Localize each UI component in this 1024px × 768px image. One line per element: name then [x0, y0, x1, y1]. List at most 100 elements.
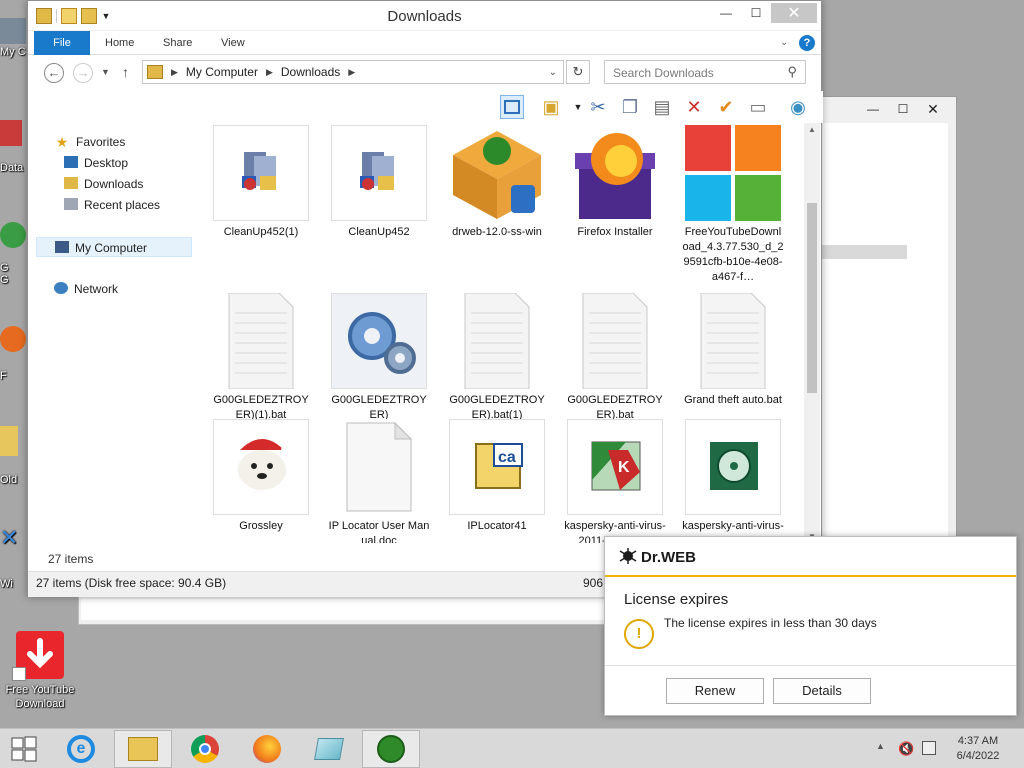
file-item[interactable]: kaspersky-anti-virus-2012-12-0-0-… — [678, 419, 788, 543]
up-arrow-icon[interactable]: ↑ — [122, 64, 129, 80]
breadcrumb-my-computer[interactable]: My Computer — [186, 65, 258, 79]
refresh-button[interactable]: ↻ — [566, 60, 590, 84]
svg-text:K: K — [618, 459, 630, 476]
nav-label: Desktop — [84, 156, 129, 170]
start-button[interactable] — [0, 730, 48, 768]
details-button[interactable]: Details — [773, 678, 871, 704]
show-hidden-icons-icon[interactable]: ▲ — [876, 741, 885, 751]
desktop-icon-old-firefox[interactable]: Old — [0, 426, 30, 490]
tab-view[interactable]: View — [221, 31, 245, 55]
file-item[interactable]: Grossley — [206, 419, 316, 534]
firefox-installer-icon — [567, 125, 663, 221]
file-item[interactable]: Firefox Installer — [560, 125, 670, 240]
windows-tiles-icon — [685, 125, 781, 221]
gears-icon — [331, 293, 427, 389]
drweb-notification: Dr.WEB License expires ! The license exp… — [604, 536, 1017, 716]
desktop-icon-data[interactable]: Data — [0, 120, 30, 180]
copy-icon[interactable]: ❐ — [618, 95, 642, 119]
properties-icon[interactable]: ▭ — [746, 95, 770, 119]
firefox-icon — [0, 326, 26, 352]
chrome-icon — [191, 735, 219, 763]
desktop-icon-free-youtube-download[interactable]: Free YouTube Download — [0, 631, 80, 711]
preview-pane-icon[interactable] — [500, 95, 524, 119]
renew-button[interactable]: Renew — [666, 678, 764, 704]
bat-file-icon — [449, 293, 545, 389]
nav-favorites[interactable]: ★ Favorites — [54, 132, 126, 152]
file-item[interactable]: G00GLEDEZTROYER).bat(1) — [442, 293, 552, 423]
file-item[interactable]: Grand theft auto.bat — [678, 293, 788, 408]
warning-icon: ! — [624, 619, 654, 649]
nav-network[interactable]: Network — [54, 279, 118, 299]
nav-label: Network — [74, 282, 119, 296]
taskbar-drweb[interactable] — [362, 730, 420, 768]
forward-button[interactable]: → — [73, 63, 93, 83]
tab-share[interactable]: Share — [163, 31, 192, 55]
rename-check-icon[interactable]: ✔ — [714, 95, 738, 119]
file-item[interactable]: CleanUp452 — [324, 125, 434, 240]
file-name: drweb-12.0-ss-win — [452, 226, 542, 238]
address-dropdown-icon[interactable]: ⌄ — [549, 67, 557, 78]
file-item[interactable]: G00GLEDEZTROYER) — [324, 293, 434, 423]
back-button[interactable]: ← — [44, 63, 64, 83]
delete-icon[interactable]: ✕ — [682, 95, 706, 119]
file-item[interactable]: drweb-12.0-ss-win — [442, 125, 552, 240]
help-icon[interactable]: ? — [799, 35, 815, 51]
clock[interactable]: 4:37 AM 6/4/2022 — [946, 734, 1010, 764]
close-button[interactable]: ✕ — [771, 3, 817, 23]
file-item[interactable]: K kaspersky-anti-virus-2011-11-0-2-… — [560, 419, 670, 543]
kaspersky-disc-icon — [685, 419, 781, 515]
ribbon-tabs: File Home Share View ⌄ ? — [28, 31, 821, 55]
recent-locations-icon[interactable]: ▼ — [101, 67, 110, 77]
desktop-icon-windows[interactable]: ✕ Wi — [0, 526, 30, 596]
taskbar-app[interactable] — [300, 730, 358, 768]
nav-desktop[interactable]: Desktop — [64, 153, 128, 173]
file-item[interactable]: G00GLEDEZTROYER).bat — [560, 293, 670, 423]
scrollbar-thumb[interactable] — [807, 203, 817, 393]
file-item[interactable]: G00GLEDEZTROYER)(1).bat — [206, 293, 316, 423]
tab-file[interactable]: File — [34, 31, 90, 55]
maximize-button[interactable]: ☐ — [741, 3, 771, 23]
nav-my-computer[interactable]: My Computer — [36, 237, 192, 257]
drweb-box-icon — [449, 125, 545, 221]
file-item[interactable]: ca IPLocator41 — [442, 419, 552, 534]
taskbar-chrome[interactable] — [176, 730, 234, 768]
volume-muted-icon[interactable]: 🔇 — [898, 741, 914, 757]
search-placeholder: Search Downloads — [613, 66, 714, 80]
taskbar-explorer[interactable] — [114, 730, 172, 768]
cut-icon[interactable]: ✂ — [586, 95, 610, 119]
breadcrumb-downloads[interactable]: Downloads — [281, 65, 340, 79]
close-icon[interactable]: ✕ — [918, 99, 948, 119]
search-input[interactable]: Search Downloads ⚲ — [604, 60, 806, 84]
desktop-icon-firefox[interactable]: F — [0, 326, 30, 386]
nav-downloads[interactable]: Downloads — [64, 174, 143, 194]
status-size: 906 — [583, 576, 604, 590]
vertical-scrollbar[interactable]: ▲ ▼ — [804, 123, 820, 543]
bg-window-bar — [821, 245, 907, 259]
file-item[interactable]: FreeYouTubeDownload_4.3.77.530_d_29591cf… — [678, 125, 788, 285]
minimize-icon[interactable]: — — [858, 99, 888, 119]
svg-text:ca: ca — [498, 449, 516, 466]
shell-icon[interactable]: ◉ — [786, 95, 810, 119]
network-icon[interactable] — [922, 741, 936, 755]
minimize-button[interactable]: — — [711, 3, 741, 23]
maximize-icon[interactable]: ☐ — [888, 99, 918, 119]
scroll-up-icon[interactable]: ▲ — [804, 123, 820, 134]
file-item[interactable]: IP Locator User Manual.doc — [324, 419, 434, 543]
address-bar[interactable]: ▶ My Computer ▶ Downloads ▶ ⌄ — [142, 60, 564, 84]
nav-recent-places[interactable]: Recent places — [64, 195, 160, 215]
paste-icon[interactable]: ▤ — [650, 95, 674, 119]
title-bar[interactable]: ▼ Downloads — ☐ ✕ — [28, 1, 821, 31]
ribbon-expand-icon[interactable]: ⌄ — [780, 31, 788, 55]
desktop-icon-my-computer[interactable]: My C — [0, 18, 30, 68]
navigation-pane: ★ Favorites Desktop Downloads Recent plac… — [28, 123, 198, 549]
copy-to-folder-icon[interactable]: ▣ — [539, 95, 563, 119]
app-icon — [0, 120, 22, 146]
taskbar-firefox[interactable] — [238, 730, 296, 768]
desktop-icon-label: G — [0, 262, 9, 274]
tab-home[interactable]: Home — [105, 31, 134, 55]
desktop-icon-chrome[interactable]: G G — [0, 222, 30, 296]
file-name: IPLocator41 — [467, 520, 527, 532]
file-item[interactable]: CleanUp452(1) — [206, 125, 316, 240]
desktop-icon — [64, 156, 78, 168]
taskbar-ie[interactable]: e — [52, 730, 110, 768]
